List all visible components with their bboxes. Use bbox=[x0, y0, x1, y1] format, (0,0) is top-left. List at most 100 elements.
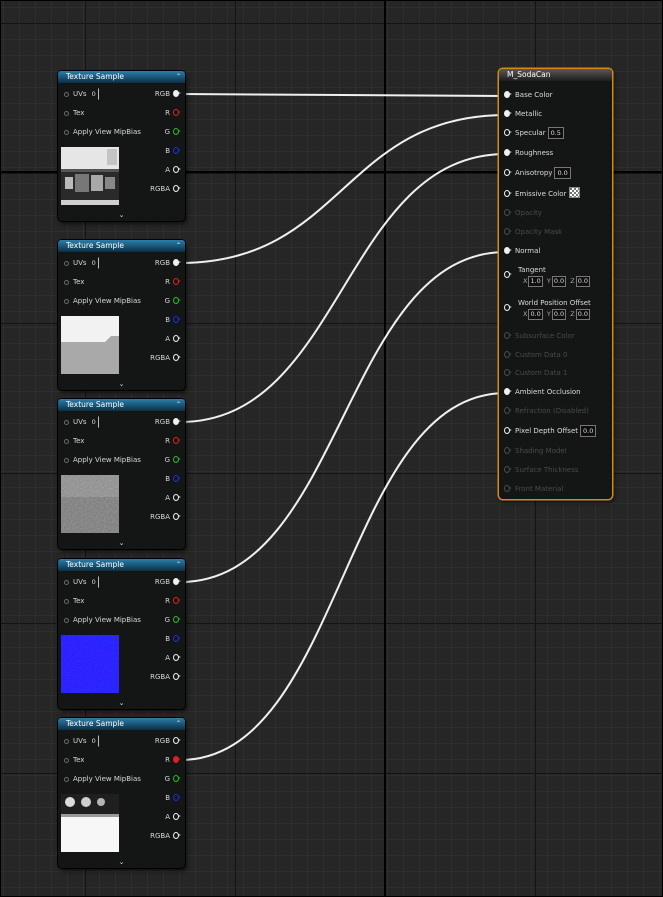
anisotropy-value-field[interactable]: 0.0 bbox=[554, 167, 571, 179]
output-a[interactable]: A bbox=[165, 164, 181, 176]
input-pin-icon[interactable] bbox=[64, 758, 69, 763]
output-pin-icon[interactable] bbox=[173, 737, 181, 744]
pin-apply-view-mipbias[interactable]: Apply View MipBias bbox=[64, 773, 141, 785]
pin-uvs[interactable]: UVs 0 bbox=[64, 576, 99, 588]
input-pin-icon[interactable] bbox=[504, 247, 512, 254]
pin-tex[interactable]: Tex bbox=[64, 595, 84, 607]
output-pin-icon[interactable] bbox=[173, 654, 181, 661]
pin-metallic[interactable]: Metallic bbox=[504, 108, 542, 120]
pin-pixel-depth-offset[interactable]: Pixel Depth Offset 0.0 bbox=[504, 425, 597, 437]
output-pin-icon[interactable] bbox=[173, 147, 181, 154]
output-pin-icon[interactable] bbox=[173, 90, 181, 97]
pin-uvs[interactable]: UVs 0 bbox=[64, 735, 99, 747]
output-b[interactable]: B bbox=[165, 633, 181, 645]
wire-4[interactable] bbox=[179, 251, 507, 583]
collapse-icon[interactable]: ⌃ bbox=[176, 240, 181, 252]
output-pin-icon[interactable] bbox=[173, 813, 181, 820]
output-pin-icon[interactable] bbox=[173, 297, 181, 304]
uvs-value-field[interactable]: 0 bbox=[89, 416, 99, 428]
node-title[interactable]: Texture Sample ⌃ bbox=[58, 71, 185, 83]
output-r[interactable]: R bbox=[165, 107, 181, 119]
expand-icon[interactable]: ⌄ bbox=[58, 211, 185, 219]
output-pin-icon[interactable] bbox=[173, 475, 181, 482]
pin-tex[interactable]: Tex bbox=[64, 754, 84, 766]
output-a[interactable]: A bbox=[165, 333, 181, 345]
output-rgba[interactable]: RGBA bbox=[150, 511, 181, 523]
texture-sample-node-1[interactable]: Texture Sample ⌃ UVs 0 Tex Apply View MipB… bbox=[58, 71, 185, 221]
pin-roughness[interactable]: Roughness bbox=[504, 147, 553, 159]
output-g[interactable]: G bbox=[165, 773, 181, 785]
color-swatch-icon[interactable] bbox=[569, 187, 581, 198]
wire-2[interactable] bbox=[179, 114, 507, 264]
input-pin-icon[interactable] bbox=[64, 111, 69, 116]
output-pin-icon[interactable] bbox=[173, 578, 181, 585]
node-title[interactable]: Texture Sample ⌃ bbox=[58, 240, 185, 252]
output-pin-icon[interactable] bbox=[173, 316, 181, 323]
input-pin-icon[interactable] bbox=[504, 149, 512, 156]
output-g[interactable]: G bbox=[165, 614, 181, 626]
input-pin-icon[interactable] bbox=[504, 427, 512, 434]
output-a[interactable]: A bbox=[165, 811, 181, 823]
material-node-title[interactable]: M_SodaCan bbox=[499, 69, 612, 81]
output-pin-icon[interactable] bbox=[173, 832, 181, 839]
tangent-y-field[interactable]: 0.0 bbox=[551, 276, 567, 287]
output-rgb[interactable]: RGB bbox=[155, 576, 181, 588]
output-pin-icon[interactable] bbox=[173, 597, 181, 604]
collapse-icon[interactable]: ⌃ bbox=[176, 559, 181, 571]
input-pin-icon[interactable] bbox=[504, 110, 512, 117]
pin-uvs[interactable]: UVs 0 bbox=[64, 416, 99, 428]
texture-thumbnail[interactable] bbox=[61, 635, 119, 693]
output-g[interactable]: G bbox=[165, 126, 181, 138]
pin-apply-view-mipbias[interactable]: Apply View MipBias bbox=[64, 295, 141, 307]
output-b[interactable]: B bbox=[165, 792, 181, 804]
output-rgba[interactable]: RGBA bbox=[150, 352, 181, 364]
output-pin-icon[interactable] bbox=[173, 775, 181, 782]
output-pin-icon[interactable] bbox=[173, 513, 181, 520]
output-g[interactable]: G bbox=[165, 454, 181, 466]
wpo-vector-fields[interactable]: X 0.0 Y 0.0 Z 0.0 bbox=[523, 309, 592, 320]
pin-normal[interactable]: Normal bbox=[504, 245, 540, 257]
input-pin-icon[interactable] bbox=[504, 304, 512, 311]
expand-icon[interactable]: ⌄ bbox=[58, 380, 185, 388]
output-rgb[interactable]: RGB bbox=[155, 416, 181, 428]
material-graph-canvas[interactable]: Texture Sample ⌃ UVs 0 Tex Apply View MipB… bbox=[0, 0, 663, 897]
input-pin-icon[interactable] bbox=[64, 739, 69, 744]
input-pin-icon[interactable] bbox=[64, 618, 69, 623]
output-pin-icon[interactable] bbox=[173, 673, 181, 680]
pixel-depth-offset-field[interactable]: 0.0 bbox=[580, 425, 597, 437]
pin-ambient-occlusion[interactable]: Ambient Occlusion bbox=[504, 386, 581, 398]
texture-thumbnail[interactable] bbox=[61, 794, 119, 852]
output-pin-icon[interactable] bbox=[173, 259, 181, 266]
pin-world-position-offset[interactable] bbox=[504, 302, 515, 314]
uvs-value-field[interactable]: 0 bbox=[89, 576, 99, 588]
specular-value-field[interactable]: 0.5 bbox=[547, 127, 564, 139]
output-pin-icon[interactable] bbox=[173, 166, 181, 173]
output-r[interactable]: R bbox=[165, 435, 181, 447]
input-pin-icon[interactable] bbox=[504, 190, 512, 197]
input-pin-icon[interactable] bbox=[64, 439, 69, 444]
node-title[interactable]: Texture Sample ⌃ bbox=[58, 559, 185, 571]
output-pin-icon[interactable] bbox=[173, 418, 181, 425]
node-title[interactable]: Texture Sample ⌃ bbox=[58, 399, 185, 411]
output-r[interactable]: R bbox=[165, 276, 181, 288]
expand-icon[interactable]: ⌄ bbox=[58, 699, 185, 707]
output-pin-icon[interactable] bbox=[173, 794, 181, 801]
texture-sample-node-4[interactable]: Texture Sample ⌃ UVs 0 Tex Apply View MipB… bbox=[58, 559, 185, 709]
pin-base-color[interactable]: Base Color bbox=[504, 89, 553, 101]
output-rgba[interactable]: RGBA bbox=[150, 183, 181, 195]
wpo-x-field[interactable]: 0.0 bbox=[528, 309, 543, 320]
output-rgb[interactable]: RGB bbox=[155, 88, 181, 100]
input-pin-icon[interactable] bbox=[504, 271, 512, 278]
texture-thumbnail[interactable] bbox=[61, 316, 119, 374]
uvs-value-field[interactable]: 0 bbox=[89, 257, 99, 269]
wpo-z-field[interactable]: 0.0 bbox=[575, 309, 591, 320]
expand-icon[interactable]: ⌄ bbox=[58, 858, 185, 866]
output-pin-icon[interactable] bbox=[173, 635, 181, 642]
tangent-z-field[interactable]: 0.0 bbox=[575, 276, 591, 287]
output-pin-icon[interactable] bbox=[173, 278, 181, 285]
output-pin-icon[interactable] bbox=[173, 354, 181, 361]
pin-uvs[interactable]: UVs 0 bbox=[64, 257, 99, 269]
output-g[interactable]: G bbox=[165, 295, 181, 307]
output-pin-icon[interactable] bbox=[173, 616, 181, 623]
pin-apply-view-mipbias[interactable]: Apply View MipBias bbox=[64, 454, 141, 466]
